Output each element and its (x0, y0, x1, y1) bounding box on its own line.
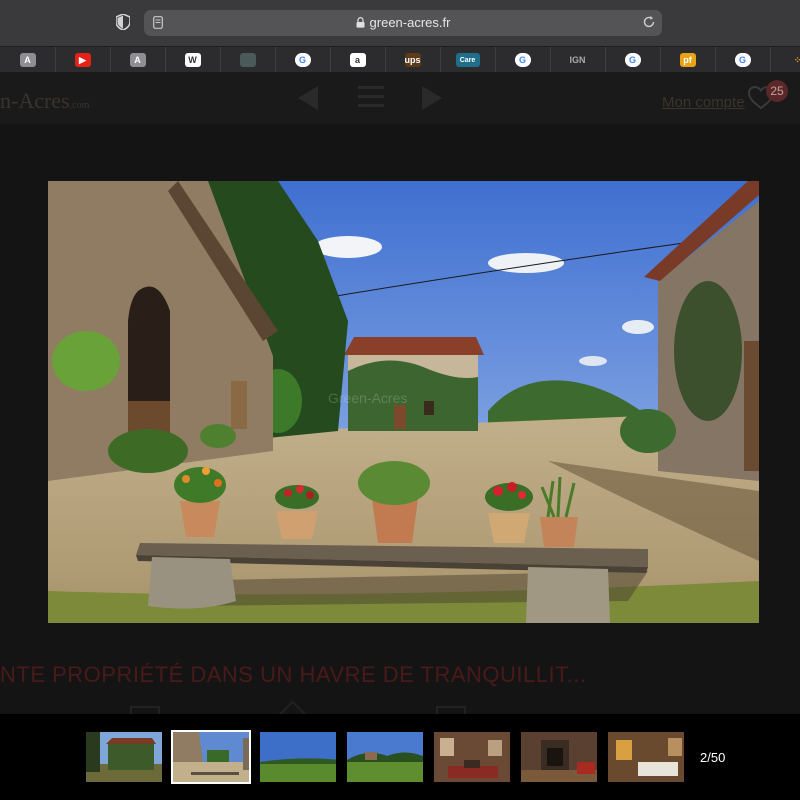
listing-menu-icon[interactable] (358, 84, 384, 110)
google-favicon: G (624, 53, 641, 67)
image-counter: 2/50 (700, 750, 726, 765)
thumbnail-image (521, 732, 597, 782)
lightbox-photo[interactable]: Green-Acres (48, 181, 759, 623)
thumb-3[interactable] (258, 730, 338, 784)
ups-favicon: ups (404, 53, 421, 67)
privacy-shield-icon[interactable] (116, 14, 130, 30)
courtyard-photo-illustration: Green-Acres (48, 181, 759, 623)
bookmark-3[interactable]: A (110, 47, 166, 73)
thumbnail-image (173, 732, 249, 782)
ign-favicon: IGN (565, 53, 590, 67)
bookmark-10[interactable]: G (495, 47, 551, 73)
thumbnail-image (86, 732, 162, 782)
url-text: green-acres.fr (369, 15, 451, 30)
thumb-6[interactable] (519, 730, 599, 784)
thumb-5[interactable] (432, 730, 512, 784)
bookmark-14[interactable]: G (715, 47, 771, 73)
bookmark-15[interactable]: ⁘ (770, 47, 800, 73)
url-display: green-acres.fr (144, 15, 662, 30)
browser-toolbar: green-acres.fr (0, 0, 800, 46)
thumbnail-image (608, 732, 684, 782)
bookmark-2[interactable]: ▶ (55, 47, 111, 73)
logo-text: n-Acres (0, 88, 70, 113)
generic-a-favicon: A (19, 53, 36, 67)
yellow-site-favicon: pf (679, 53, 696, 67)
dark-site-favicon (239, 53, 256, 67)
bookmark-6[interactable]: G (275, 47, 331, 73)
bookmark-1[interactable]: A (0, 47, 56, 73)
carrefour-favicon: Care (455, 53, 480, 67)
thumb-7[interactable] (606, 730, 686, 784)
favorites-count-badge: 25 (766, 80, 788, 102)
thumb-2[interactable] (171, 730, 251, 784)
google-favicon: G (734, 53, 751, 67)
amazon-favicon: a (349, 53, 366, 67)
thumbnail-image (434, 732, 510, 782)
wikipedia-favicon: W (184, 53, 201, 67)
google-favicon: G (514, 53, 531, 67)
logo-suffix: .com (69, 100, 90, 111)
google-favicon: G (294, 53, 311, 67)
bookmark-5[interactable] (220, 47, 276, 73)
reload-icon[interactable] (642, 15, 656, 29)
listing-heading: NTE PROPRIÉTÉ DANS UN HAVRE DE TRANQUILL… (0, 662, 587, 687)
account-link[interactable]: Mon compte (662, 94, 745, 111)
previous-listing-arrow-icon[interactable] (298, 86, 318, 110)
thumb-4[interactable] (345, 730, 425, 784)
thumbnail-image (260, 732, 336, 782)
svg-text:Green-Acres: Green-Acres (328, 390, 407, 406)
address-bar[interactable]: green-acres.fr (144, 10, 662, 36)
site-logo[interactable]: n-Acres.com (0, 88, 89, 114)
bookmark-4[interactable]: W (165, 47, 221, 73)
bookmark-12[interactable]: G (605, 47, 661, 73)
lock-icon (356, 17, 365, 28)
thumb-1[interactable] (84, 730, 164, 784)
thumbnail-image (347, 732, 423, 782)
generic-a-favicon: A (129, 53, 146, 67)
bookmark-9[interactable]: Care (440, 47, 496, 73)
bookmark-11[interactable]: IGN (550, 47, 606, 73)
bookmark-8[interactable]: ups (385, 47, 441, 73)
next-listing-arrow-icon[interactable] (422, 86, 442, 110)
bookmark-7[interactable]: a (330, 47, 386, 73)
bookmark-13[interactable]: pf (660, 47, 716, 73)
bookmarks-bar: A ▶ A W Ga ups Care G IGN Gpf G ⁘ (0, 46, 800, 73)
orange-dots-favicon: ⁘ (789, 53, 800, 67)
youtube-favicon: ▶ (74, 53, 91, 67)
